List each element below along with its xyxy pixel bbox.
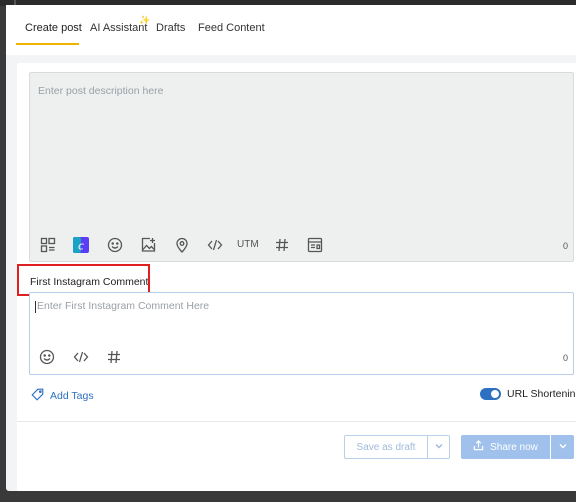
description-char-count: 0 <box>563 241 569 251</box>
share-icon <box>473 440 484 454</box>
share-now-button[interactable]: Share now <box>461 435 550 459</box>
text-cursor <box>35 301 36 313</box>
share-now-dropdown[interactable] <box>550 435 574 459</box>
window-bottom-bar <box>0 491 576 502</box>
share-now-split-button: Share now <box>461 435 574 459</box>
location-icon[interactable] <box>174 237 190 253</box>
chevron-down-icon <box>434 438 444 456</box>
tag-icon <box>31 388 44 404</box>
save-draft-button[interactable]: Save as draft <box>345 436 427 458</box>
url-shortening-control: URL Shortening <box>480 388 576 400</box>
canva-icon[interactable]: c <box>73 237 89 253</box>
emoji-icon[interactable] <box>107 237 123 253</box>
tab-feed-content[interactable]: Feed Content <box>198 22 265 34</box>
tab-create-post[interactable]: Create post <box>25 22 82 34</box>
composer-tabs: Create post AI Assistant ✨ Drafts Feed C… <box>6 5 576 55</box>
first-comment-placeholder: Enter First Instagram Comment Here <box>37 300 210 312</box>
url-shortening-toggle[interactable] <box>480 388 501 400</box>
actions-divider <box>17 421 576 422</box>
tab-drafts[interactable]: Drafts <box>156 22 185 34</box>
sparkle-icon: ✨ <box>139 15 151 25</box>
hashtag-icon[interactable] <box>274 237 290 253</box>
post-description-placeholder: Enter post description here <box>38 85 164 97</box>
post-description-input[interactable]: Enter post description here c UTM 0 <box>29 72 574 262</box>
add-tags-label: Add Tags <box>50 390 94 402</box>
post-editor-card: Enter post description here c UTM 0 Firs… <box>17 63 576 491</box>
svg-text:c: c <box>78 240 84 253</box>
save-draft-dropdown[interactable] <box>427 436 449 458</box>
first-comment-char-count: 0 <box>563 353 569 363</box>
utm-button[interactable]: UTM <box>237 239 259 250</box>
save-draft-split-button: Save as draft <box>344 435 450 459</box>
template-icon[interactable] <box>307 237 323 253</box>
emoji-icon[interactable] <box>39 349 55 365</box>
first-comment-input[interactable]: Enter First Instagram Comment Here 0 <box>29 292 574 375</box>
hashtag-icon[interactable] <box>106 349 122 365</box>
active-tab-indicator <box>16 43 79 45</box>
code-icon[interactable] <box>207 237 223 253</box>
media-library-icon[interactable] <box>40 237 56 253</box>
image-icon[interactable] <box>140 237 156 253</box>
chevron-down-icon <box>558 438 568 456</box>
url-shortening-label: URL Shortening <box>507 388 576 400</box>
code-icon[interactable] <box>73 349 89 365</box>
composer-panel: Create post AI Assistant ✨ Drafts Feed C… <box>6 5 576 491</box>
share-now-label: Share now <box>490 441 538 453</box>
add-tags-link[interactable]: Add Tags <box>31 388 94 404</box>
